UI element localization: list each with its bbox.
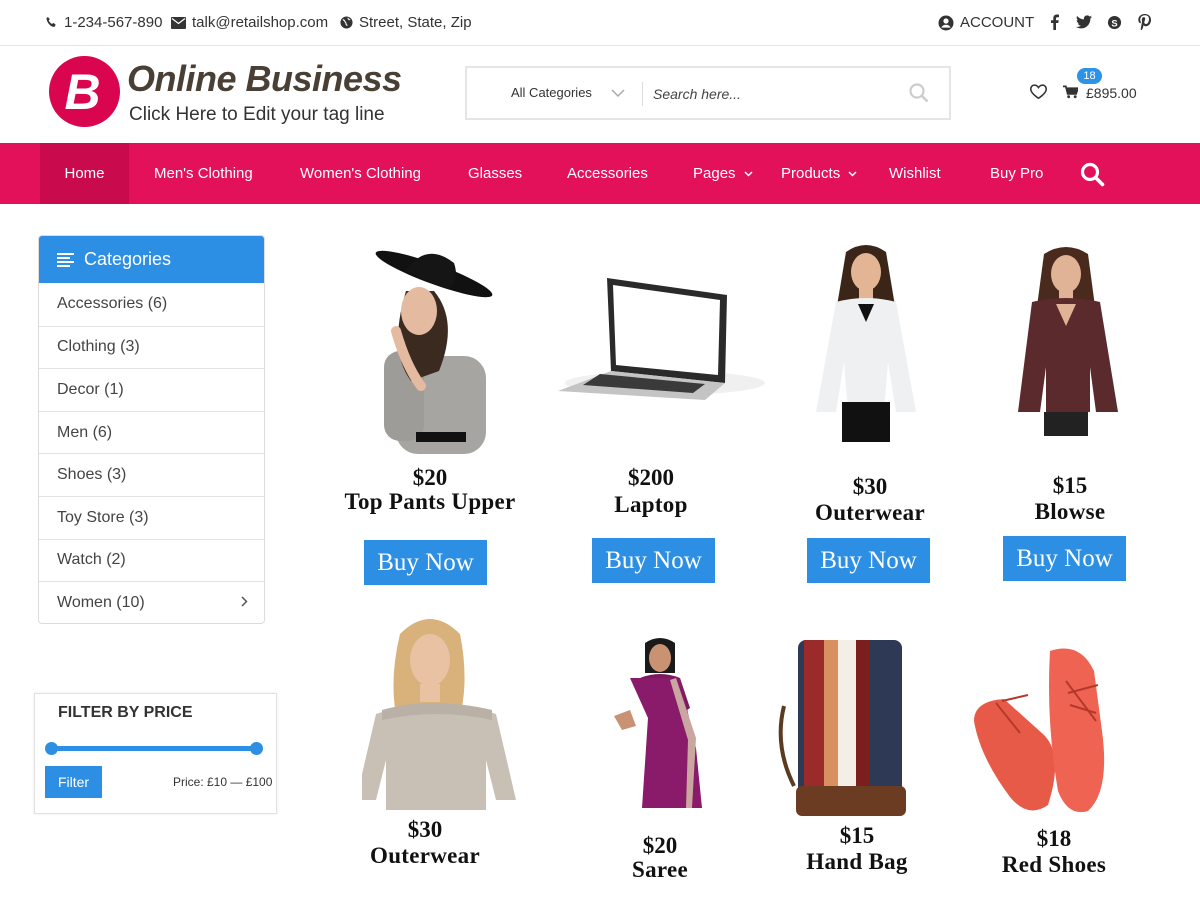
product-price: $200 — [628, 465, 674, 490]
address-text: Street, State, Zip — [359, 14, 472, 31]
search-icon[interactable] — [1080, 162, 1105, 192]
chevron-down-icon — [848, 171, 857, 177]
categories-list: Accessories (6) Clothing (3) Decor (1) M… — [39, 283, 264, 623]
buy-now-button[interactable]: Buy Now — [807, 538, 930, 583]
cart-total[interactable]: £895.00 — [1086, 85, 1137, 101]
buy-now-button[interactable]: Buy Now — [592, 538, 715, 583]
product-image-outerwear[interactable] — [806, 242, 926, 447]
product-price: $20 — [412, 465, 448, 490]
category-item-accessories[interactable]: Accessories (6) — [39, 283, 264, 326]
nav-item-mens-clothing[interactable]: Men's Clothing — [154, 143, 253, 204]
buy-now-button[interactable]: Buy Now — [364, 540, 487, 585]
product-name[interactable]: Outerwear — [305, 843, 545, 869]
search-icon[interactable] — [909, 83, 929, 108]
cart-icon[interactable] — [1063, 85, 1080, 104]
product-price: $15 — [1052, 473, 1088, 498]
phone-icon — [45, 16, 58, 29]
price-slider-max-handle[interactable] — [250, 742, 263, 755]
phone-number: 1-234-567-890 — [64, 14, 163, 31]
heart-icon[interactable] — [1030, 84, 1047, 104]
nav-item-products-label: Products — [781, 165, 841, 182]
category-item-men[interactable]: Men (6) — [39, 410, 264, 454]
account-link[interactable]: ACCOUNT — [938, 14, 1034, 31]
category-item-clothing[interactable]: Clothing (3) — [39, 325, 264, 369]
chevron-down-icon[interactable] — [611, 85, 625, 103]
category-item-toy-store[interactable]: Toy Store (3) — [39, 495, 264, 539]
category-item-women[interactable]: Women (10) — [39, 581, 264, 623]
nav-item-womens-clothing[interactable]: Women's Clothing — [300, 143, 421, 204]
search-bar: All Categories — [465, 66, 951, 120]
product-image-blowse[interactable] — [1010, 244, 1122, 441]
site-title[interactable]: Online Business — [127, 58, 402, 100]
twitter-icon[interactable] — [1076, 13, 1092, 31]
chevron-down-icon — [744, 171, 753, 177]
categories-title: Categories — [84, 249, 172, 269]
product-image-outerwear-2[interactable] — [356, 614, 528, 815]
email-contact[interactable]: talk@retailshop.com — [171, 14, 328, 31]
chevron-right-icon[interactable] — [241, 596, 248, 607]
product-name[interactable]: Top Pants Upper — [310, 489, 550, 515]
account-label: ACCOUNT — [960, 14, 1035, 31]
product-image-saree[interactable] — [600, 638, 720, 813]
nav-item-home[interactable]: Home — [40, 143, 129, 204]
search-category-select[interactable]: All Categories — [511, 85, 592, 100]
category-item-decor[interactable]: Decor (1) — [39, 368, 264, 411]
product-image-red-shoes[interactable] — [966, 641, 1136, 822]
product-name[interactable]: Blowse — [950, 499, 1190, 525]
categories-widget: Categories Accessories (6) Clothing (3) … — [38, 235, 265, 624]
product-name[interactable]: Laptop — [531, 492, 771, 518]
nav-item-accessories[interactable]: Accessories — [567, 143, 648, 204]
filter-title: FILTER BY PRICE — [58, 704, 193, 721]
list-icon — [57, 252, 74, 267]
search-input[interactable] — [653, 82, 903, 106]
product-price: $18 — [1036, 826, 1072, 851]
logo-badge[interactable]: B — [49, 56, 120, 127]
category-item-watch[interactable]: Watch (2) — [39, 538, 264, 582]
category-item-shoes[interactable]: Shoes (3) — [39, 453, 264, 496]
nav-item-pages-label: Pages — [693, 165, 736, 182]
nav-item-pages[interactable]: Pages — [693, 143, 753, 204]
facebook-icon[interactable] — [1046, 13, 1062, 31]
site-header: B Online Business Click Here to Edit you… — [0, 46, 1200, 143]
address-info: Street, State, Zip — [340, 14, 472, 31]
main-nav: Home Men's Clothing Women's Clothing Gla… — [0, 143, 1200, 204]
email-address: talk@retailshop.com — [192, 14, 329, 31]
svg-text:S: S — [1111, 18, 1117, 28]
nav-item-products[interactable]: Products — [781, 143, 857, 204]
price-filter-widget: FILTER BY PRICE Filter Price: £10 — £100 — [34, 693, 277, 814]
skype-icon[interactable]: S — [1106, 13, 1122, 31]
price-range-label: Price: £10 — £100 — [173, 775, 273, 789]
logo-letter: B — [64, 63, 101, 120]
user-circle-icon — [938, 15, 954, 31]
nav-item-glasses[interactable]: Glasses — [468, 143, 522, 204]
site-tagline[interactable]: Click Here to Edit your tag line — [129, 104, 385, 126]
filter-button[interactable]: Filter — [45, 766, 102, 798]
category-item-women-label: Women (10) — [57, 593, 145, 611]
buy-now-button[interactable]: Buy Now — [1003, 536, 1126, 581]
price-slider-track[interactable] — [50, 746, 260, 751]
price-slider-min-handle[interactable] — [45, 742, 58, 755]
envelope-icon — [171, 16, 186, 29]
cart-count-badge: 18 — [1077, 68, 1102, 84]
product-image-top-pants-upper[interactable] — [356, 236, 496, 459]
product-image-laptop[interactable] — [555, 275, 765, 410]
product-price: $30 — [407, 817, 443, 842]
globe-icon — [340, 16, 353, 29]
nav-item-wishlist[interactable]: Wishlist — [889, 143, 941, 204]
phone-contact[interactable]: 1-234-567-890 — [45, 14, 162, 31]
product-image-hand-bag[interactable] — [774, 636, 910, 825]
social-links: S — [1046, 13, 1152, 31]
nav-item-buy-pro[interactable]: Buy Pro — [990, 143, 1043, 204]
search-divider — [642, 82, 643, 106]
top-bar: 1-234-567-890 talk@retailshop.com Street… — [0, 0, 1200, 46]
product-name[interactable]: Red Shoes — [934, 852, 1174, 878]
pinterest-icon[interactable] — [1136, 13, 1152, 31]
categories-header: Categories — [39, 236, 264, 283]
